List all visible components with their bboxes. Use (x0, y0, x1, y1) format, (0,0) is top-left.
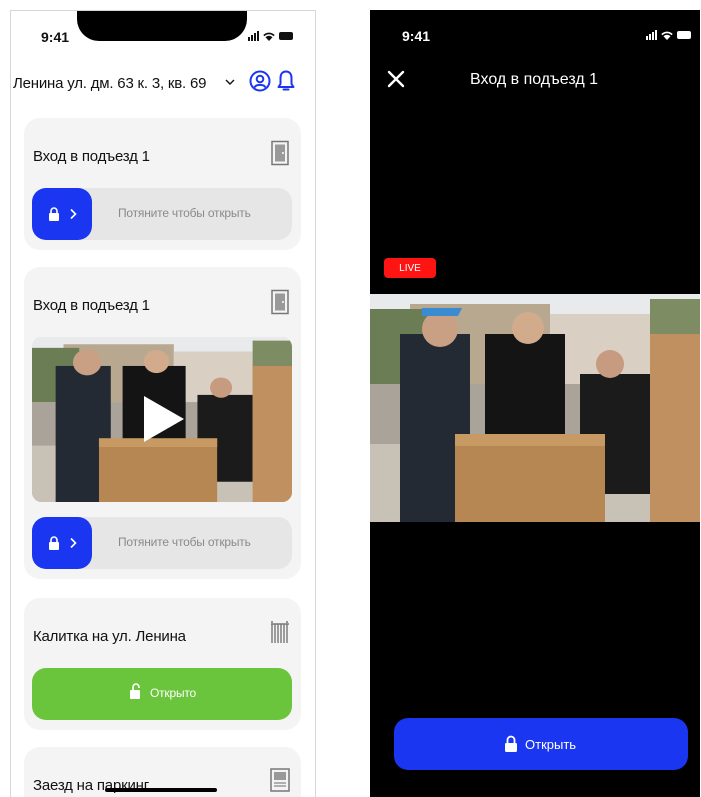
status-icons (646, 30, 691, 40)
door-icon (271, 289, 289, 315)
chevron-down-icon (225, 79, 235, 85)
chevron-right-icon (69, 208, 77, 220)
chevron-right-icon (69, 537, 77, 549)
door-card: Вход в подъезд 1 Потяните чтобы открыть (24, 118, 301, 250)
status-time: 9:41 (402, 28, 431, 44)
camera-frame-image (370, 294, 700, 522)
camera-preview[interactable] (32, 337, 292, 502)
door-icon (271, 140, 289, 166)
card-title: Вход в подъезд 1 (33, 297, 150, 314)
profile-icon[interactable] (249, 70, 271, 92)
card-title: Калитка на ул. Ленина (33, 628, 186, 645)
lock-icon (505, 735, 517, 752)
open-door-button[interactable]: Открыть (394, 718, 688, 770)
address-selector[interactable]: Ленина ул. дм. 63 к. 3, кв. 69 (11, 67, 315, 97)
bell-icon[interactable] (276, 69, 296, 93)
phone-notch (77, 11, 247, 41)
signal-icon (646, 30, 657, 40)
gate-card: Калитка на ул. Ленина Открыто (24, 598, 301, 730)
card-title: Вход в подъезд 1 (33, 148, 150, 165)
slider-knob[interactable] (32, 517, 92, 569)
live-badge: LIVE (384, 258, 436, 278)
gate-status-label: Открыто (150, 686, 197, 700)
lock-icon (48, 207, 59, 221)
status-time: 9:41 (41, 29, 70, 45)
live-video-stream[interactable] (370, 294, 700, 522)
home-indicator (105, 788, 217, 792)
gate-open-status-button[interactable]: Открыто (32, 668, 292, 720)
swipe-to-open-slider[interactable]: Потяните чтобы открыть (32, 517, 292, 569)
live-camera-screen: 9:41 Вход в подъезд 1 LIVE Открыть (370, 10, 700, 797)
camera-title: Вход в подъезд 1 (470, 71, 598, 88)
slider-label: Потяните чтобы открыть (118, 206, 251, 220)
swipe-to-open-slider[interactable]: Потяните чтобы открыть (32, 188, 292, 240)
battery-icon (279, 32, 293, 40)
open-door-label: Открыть (525, 737, 577, 752)
address-home-screen: 9:41 Ленина ул. дм. 63 к. 3, кв. 69 Вход… (10, 10, 316, 797)
status-icons (248, 31, 293, 41)
wifi-icon (263, 32, 275, 41)
address-label: Ленина ул. дм. 63 к. 3, кв. 69 (13, 75, 207, 92)
parking-icon (270, 768, 290, 792)
play-icon[interactable] (142, 394, 186, 444)
gate-icon (271, 621, 289, 643)
wifi-icon (661, 31, 673, 40)
door-camera-card: Вход в подъезд 1 Потяните чтобы открыть (24, 267, 301, 579)
unlock-icon (130, 683, 140, 699)
battery-icon (677, 31, 691, 39)
lock-icon (48, 536, 59, 550)
slider-knob[interactable] (32, 188, 92, 240)
signal-icon (248, 31, 259, 41)
close-icon[interactable] (387, 70, 405, 88)
slider-label: Потяните чтобы открыть (118, 535, 251, 549)
